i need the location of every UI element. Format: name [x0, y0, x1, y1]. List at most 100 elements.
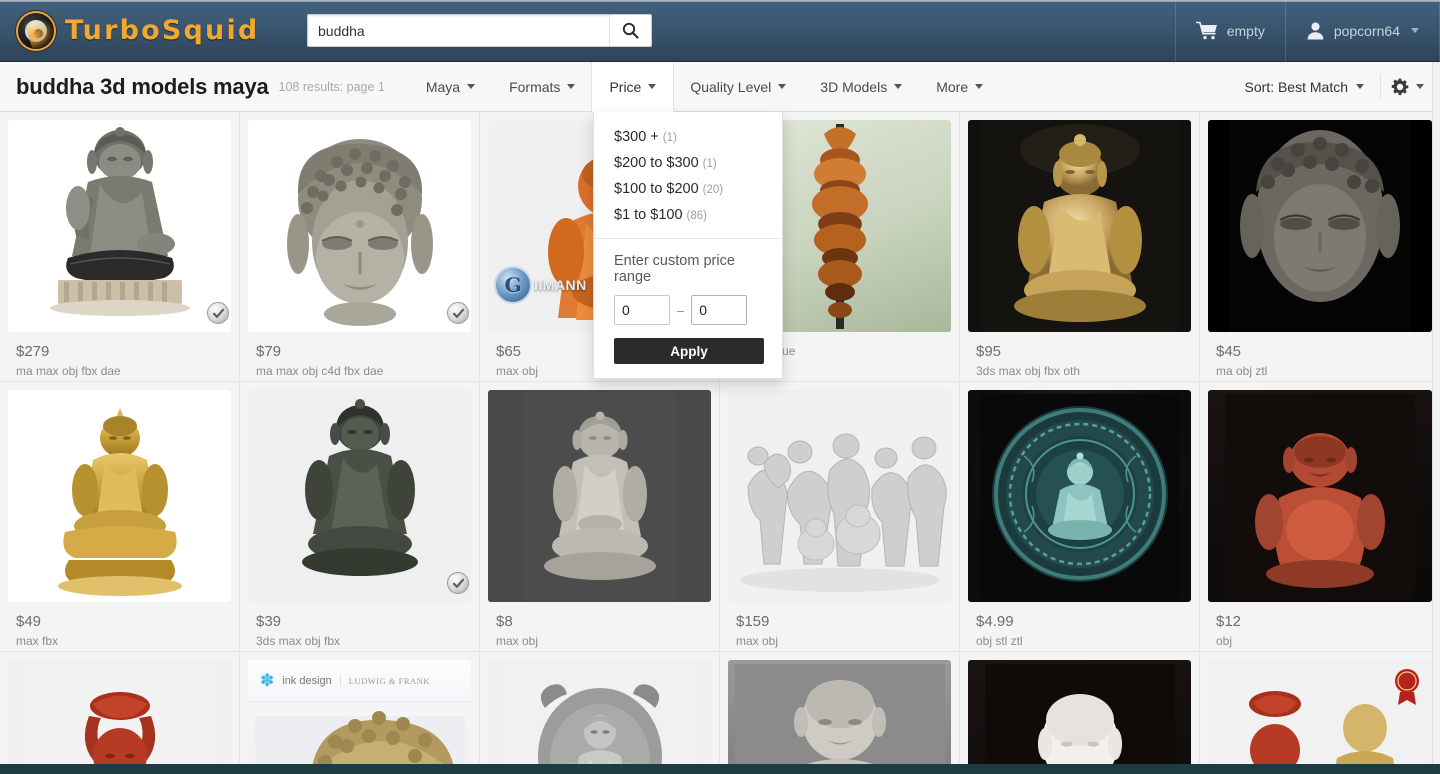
squid-logo-icon [16, 10, 56, 51]
price-option-200-300[interactable]: $200 to $300 (1) [594, 150, 782, 176]
result-price: $45 [1216, 343, 1242, 360]
chevron-down-icon [1356, 84, 1364, 89]
result-meta: $8 max obj [480, 610, 719, 648]
result-price: $49 [16, 613, 42, 630]
result-meta: $49 max fbx [0, 610, 239, 648]
result-thumbnail [728, 390, 951, 602]
filter-label: Price [609, 78, 642, 95]
price-option-300-plus[interactable]: $300 + (1) [594, 124, 782, 150]
catalog-partner: LUDWIG & FRANK [339, 675, 430, 686]
account-menu[interactable]: popcorn64 [1284, 0, 1440, 62]
buddha-head-stone-image [286, 138, 433, 326]
result-card[interactable]: $8 max obj [480, 382, 720, 652]
search-input[interactable] [308, 15, 609, 46]
result-card[interactable]: $45 ma obj ztl [1200, 112, 1440, 382]
buddha-stone-standing-image [524, 390, 675, 602]
search-button[interactable] [609, 15, 651, 46]
buddha-gold-throne-image [57, 407, 182, 596]
page-scrollbar[interactable] [1432, 62, 1440, 774]
result-price: $279 [16, 343, 50, 360]
check-icon [452, 578, 464, 588]
chevron-down-icon [894, 84, 903, 89]
buddha-gold-seated-image [979, 120, 1180, 332]
result-formats: max obj [736, 634, 779, 648]
certified-badge [447, 572, 469, 594]
browser-bottom-edge [0, 764, 1440, 774]
result-formats: 3ds max obj fbx [256, 634, 341, 648]
result-thumbnail [8, 120, 231, 332]
result-meta: $159 max obj [720, 610, 959, 648]
vajra-ritual-object-image [811, 123, 868, 329]
result-card[interactable]: $4.99 obj stl ztl [960, 382, 1200, 652]
monk-seated-gray-image [734, 663, 945, 774]
view-settings-button[interactable] [1380, 73, 1440, 100]
result-card[interactable]: $279 ma max obj fbx dae [0, 112, 240, 382]
price-option-1-100[interactable]: $1 to $100 (86) [594, 202, 782, 228]
cart-button[interactable]: empty [1174, 0, 1285, 62]
price-max-input[interactable] [691, 295, 748, 325]
filter-tab-formats[interactable]: Formats [492, 62, 592, 112]
search-box[interactable] [307, 14, 652, 47]
filter-tab-quality-level[interactable]: Quality Level [673, 62, 803, 112]
price-min-input[interactable] [614, 295, 670, 325]
result-price: $4.99 [976, 613, 1014, 630]
user-avatar-icon [1307, 22, 1324, 40]
price-option-count: (1) [662, 132, 677, 144]
buddha-head-relief-dark-image [1230, 120, 1410, 332]
result-meta: $79 ma max obj c4d fbx dae [240, 340, 479, 378]
result-formats: obj stl ztl [976, 634, 1023, 648]
price-option-label: $200 to $300 [614, 155, 699, 171]
result-thumbnail [8, 660, 231, 774]
sort-dropdown[interactable]: Sort: Best Match [1229, 79, 1380, 95]
result-formats: ma max obj c4d fbx dae [256, 364, 384, 378]
filter-tab-more[interactable]: More [919, 62, 1000, 112]
price-option-label: $1 to $100 [614, 207, 683, 223]
result-card[interactable]: $12 obj [1200, 382, 1440, 652]
buddha-seated-bronze-image [49, 126, 190, 316]
filter-tab-maya[interactable]: Maya [409, 62, 492, 112]
result-card[interactable] [1200, 652, 1440, 774]
result-card[interactable]: $159 max obj [720, 382, 960, 652]
result-formats: obj [1216, 634, 1233, 648]
result-thumbnail [8, 390, 231, 602]
filter-label: 3D Models [820, 78, 888, 95]
chevron-down-icon [467, 84, 476, 89]
watermark-text: IIMANN [534, 277, 587, 293]
brand-logo-link[interactable]: TurboSquid [0, 10, 260, 51]
chevron-down-icon [1411, 28, 1419, 33]
result-card[interactable]: $95 3ds max obj fbx oth [960, 112, 1200, 382]
result-price: $79 [256, 343, 282, 360]
filter-tab-3d-models[interactable]: 3D Models [803, 62, 919, 112]
result-card[interactable]: $39 3ds max obj fbx [240, 382, 480, 652]
result-card[interactable] [960, 652, 1200, 774]
range-dash: – [677, 302, 685, 318]
apply-price-button[interactable]: Apply [614, 338, 764, 364]
ink-logo-icon: ✽ [260, 670, 275, 690]
certified-badge [447, 302, 469, 324]
filter-tabs: Maya Formats Price Quality Level 3D Mode… [409, 61, 1000, 112]
result-formats: max fbx [16, 634, 59, 648]
result-thumbnail [248, 390, 471, 602]
chevron-down-icon [648, 84, 657, 89]
result-formats: ma obj ztl [1216, 364, 1268, 378]
gimann-watermark: G IIMANN [494, 266, 587, 304]
result-card[interactable]: $79 ma max obj c4d fbx dae [240, 112, 480, 382]
results-count: 108 results: page 1 [278, 79, 385, 94]
buddha-red-laughing-image [1225, 393, 1415, 599]
result-thumbnail [968, 390, 1191, 602]
catalog-brand: ink design [282, 674, 332, 687]
chevron-down-icon [1416, 84, 1424, 89]
catalog-header-strip: ✽ ink design LUDWIG & FRANK [248, 660, 471, 702]
brand-name: TurboSquid [65, 15, 260, 46]
filter-tab-price[interactable]: Price [592, 61, 674, 112]
result-card[interactable]: ✽ ink design LUDWIG & FRANK [240, 652, 480, 774]
filter-label: More [936, 78, 969, 95]
custom-price-label: Enter custom price range [614, 253, 735, 285]
price-option-label: $300 + [614, 129, 659, 145]
result-card[interactable]: $49 max fbx [0, 382, 240, 652]
result-meta: $45 ma obj ztl [1200, 340, 1440, 378]
price-option-100-200[interactable]: $100 to $200 (20) [594, 176, 782, 202]
result-card[interactable] [0, 652, 240, 774]
result-card[interactable] [480, 652, 720, 774]
result-card[interactable] [720, 652, 960, 774]
